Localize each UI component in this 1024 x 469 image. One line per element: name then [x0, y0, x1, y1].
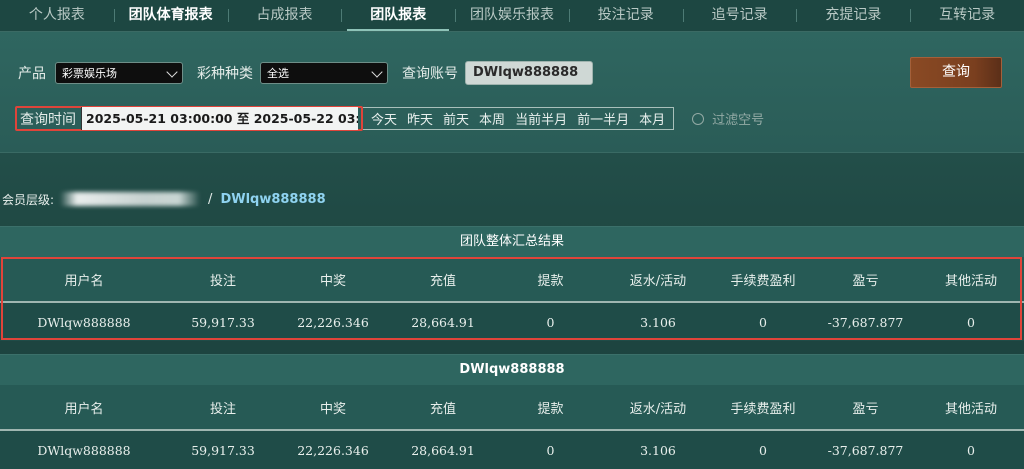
cell-other-activity: 0 [967, 442, 975, 458]
col-withdraw: 提款 [537, 401, 564, 417]
tab-team-entertainment-report[interactable]: 团队娱乐报表 [455, 0, 569, 31]
cell-fee-profit: 0 [759, 314, 767, 330]
tab-bet-records[interactable]: 投注记录 [568, 0, 683, 31]
account-label: 查询账号 [402, 66, 458, 82]
quick-range-yesterday[interactable]: 昨天 [402, 109, 438, 128]
product-select[interactable]: 彩票娱乐场 [55, 62, 183, 84]
tab-team-sports-report[interactable]: 团队体育报表 [113, 0, 228, 31]
quick-range-this-month[interactable]: 本月 [634, 109, 670, 128]
tab-chase-records[interactable]: 追号记录 [682, 0, 797, 31]
cell-profit-loss: -37,687.877 [827, 314, 904, 330]
account-input[interactable]: DWlqw888888 [465, 61, 593, 85]
redacted-level-path [60, 192, 201, 206]
col-win: 中奖 [319, 273, 346, 289]
col-other-activity: 其他活动 [944, 273, 997, 289]
cell-rebate-activity: 3.106 [640, 442, 676, 458]
detail-table-title: DWlqw888888 [0, 354, 1024, 385]
product-label: 产品 [18, 66, 46, 82]
col-other-activity: 其他活动 [944, 401, 997, 417]
category-select[interactable]: 全选 [260, 62, 388, 84]
cell-rebate-activity: 3.106 [640, 314, 676, 330]
quick-range-day-before[interactable]: 前天 [438, 109, 474, 128]
cell-other-activity: 0 [967, 314, 975, 330]
breadcrumb-separator: / [208, 191, 213, 207]
col-bet: 投注 [209, 401, 236, 417]
tab-transfer-records[interactable]: 互转记录 [910, 0, 1024, 31]
cell-username: DWlqw888888 [37, 442, 131, 458]
cell-win: 22,226.346 [297, 442, 369, 458]
member-account-link[interactable]: DWlqw888888 [220, 192, 325, 207]
col-deposit: 充值 [429, 401, 456, 417]
table-row: DWlqw888888 59,917.33 22,226.346 28,664.… [0, 431, 1024, 469]
cell-withdraw: 0 [546, 314, 555, 330]
col-profit-loss: 盈亏 [852, 273, 879, 289]
cell-bet: 59,917.33 [191, 314, 255, 330]
cell-withdraw: 0 [546, 442, 555, 458]
product-select-value: 彩票娱乐场 [62, 67, 117, 80]
cell-username: DWlqw888888 [37, 314, 131, 330]
quick-range-today[interactable]: 今天 [366, 109, 402, 128]
col-bet: 投注 [209, 273, 236, 289]
summary-table: 团队整体汇总结果 用户名 投注 中奖 充值 提款 返水/活动 手续费盈利 盈亏 … [0, 226, 1024, 341]
filter-row-time: 查询时间 2025-05-21 03:00:00 至 2025-05-22 03… [15, 105, 764, 132]
col-withdraw: 提款 [537, 273, 564, 289]
table-row: DWlqw888888 59,917.33 22,226.346 28,664.… [0, 303, 1024, 341]
filter-row-main: 产品 彩票娱乐场 彩种种类 全选 查询账号 DWlqw888888 [18, 60, 593, 86]
member-level-breadcrumb: 会员层级: / DWlqw888888 [2, 190, 326, 208]
cell-fee-profit: 0 [759, 442, 767, 458]
col-deposit: 充值 [429, 273, 456, 289]
cell-profit-loss: -37,687.877 [827, 442, 904, 458]
col-profit-loss: 盈亏 [852, 401, 879, 417]
filter-empty-label: 过滤空号 [712, 113, 765, 128]
detail-table-header: 用户名 投注 中奖 充值 提款 返水/活动 手续费盈利 盈亏 其他活动 [0, 385, 1024, 429]
quick-range-current-half-month[interactable]: 当前半月 [510, 109, 572, 128]
cell-bet: 59,917.33 [191, 442, 255, 458]
filter-panel: 产品 彩票娱乐场 彩种种类 全选 查询账号 DWlqw888888 查询 查询时… [0, 32, 1024, 153]
chevron-down-icon [166, 65, 178, 78]
tab-deposit-withdraw-records[interactable]: 充提记录 [796, 0, 910, 31]
col-rebate-activity: 返水/活动 [629, 401, 687, 417]
col-rebate-activity: 返水/活动 [629, 273, 687, 289]
chevron-down-icon [371, 65, 383, 78]
member-level-label: 会员层级: [2, 192, 55, 207]
cell-deposit: 28,664.91 [411, 442, 475, 458]
tab-share-report[interactable]: 占成报表 [227, 0, 342, 31]
query-time-label: 查询时间 [20, 111, 76, 128]
col-username: 用户名 [64, 273, 104, 289]
detail-table: DWlqw888888 用户名 投注 中奖 充值 提款 返水/活动 手续费盈利 … [0, 354, 1024, 469]
col-fee-profit: 手续费盈利 [730, 401, 796, 417]
summary-table-title: 团队整体汇总结果 [0, 226, 1024, 257]
cell-deposit: 28,664.91 [411, 314, 475, 330]
quick-range-this-week[interactable]: 本周 [474, 109, 510, 128]
col-username: 用户名 [64, 401, 104, 417]
radio-icon[interactable] [692, 112, 705, 125]
category-select-value: 全选 [267, 67, 289, 80]
col-fee-profit: 手续费盈利 [730, 273, 796, 289]
query-time-box: 查询时间 2025-05-21 03:00:00 至 2025-05-22 03… [15, 106, 363, 131]
query-time-input[interactable]: 2025-05-21 03:00:00 至 2025-05-22 03:00:0… [81, 107, 358, 130]
col-win: 中奖 [319, 401, 346, 417]
query-button[interactable]: 查询 [910, 57, 1002, 88]
quick-range-group: 今天 昨天 前天 本周 当前半月 前一半月 本月 [363, 107, 675, 130]
quick-range-previous-half-month[interactable]: 前一半月 [572, 109, 634, 128]
summary-table-header: 用户名 投注 中奖 充值 提款 返水/活动 手续费盈利 盈亏 其他活动 [0, 257, 1024, 301]
report-tabs: 个人报表 团队体育报表 占成报表 团队报表 团队娱乐报表 投注记录 追号记录 充… [0, 0, 1024, 32]
filter-empty-option[interactable]: 过滤空号 [692, 109, 764, 128]
tab-team-report[interactable]: 团队报表 [341, 0, 455, 31]
tab-personal-report[interactable]: 个人报表 [0, 0, 114, 31]
cell-win: 22,226.346 [297, 314, 369, 330]
category-label: 彩种种类 [197, 66, 253, 82]
